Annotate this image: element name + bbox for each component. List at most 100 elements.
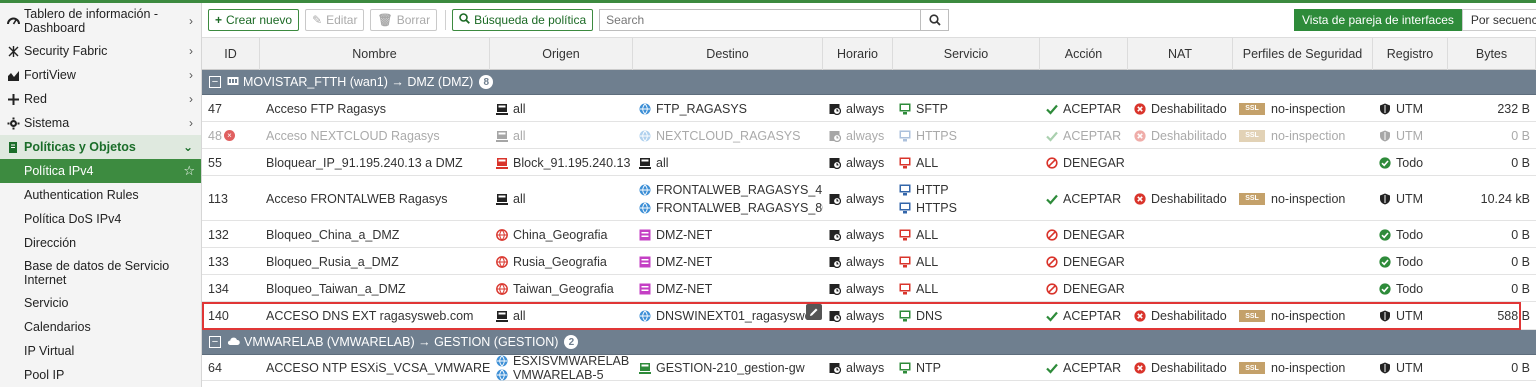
sidebar-subitem-servicio[interactable]: Servicio [0,291,201,315]
sidebar-item-pol-ticas-y-objetos[interactable]: Políticas y Objetos ⌄ [0,135,201,159]
schedule-cell[interactable]: always [823,176,893,221]
destination-cell[interactable]: all [633,149,823,176]
service-cell[interactable]: NTP [893,355,1040,381]
destination-cell[interactable]: DMZ-NET [633,275,823,302]
source-cell[interactable]: all [490,302,633,330]
table-row[interactable]: 64 ACCESO NTP ESXiS_VCSA_VMWARE... ESXISVM… [202,355,1536,381]
source-cell[interactable]: China_Geografia [490,221,633,248]
destination-cell[interactable]: FRONTALWEB_RAGASYS_4... FRONTALWEB_RAGASY… [633,176,823,221]
policy-name-cell[interactable]: Bloqueo_Rusia_a_DMZ [260,248,490,275]
source-cell[interactable]: ESXISVMWARELAB VMWARELAB-5 [490,355,633,381]
source-cell[interactable]: Block_91.195.240.13 [490,149,633,176]
destination-cell[interactable]: FTP_RAGASYS [633,95,823,122]
create-new-button[interactable]: + Crear nuevo [208,8,300,31]
schedule-cell[interactable]: always [823,149,893,176]
column-header[interactable]: Origen [490,38,633,70]
table-row[interactable]: 113 Acceso FRONTALWEB Ragasys all FRONTALWE… [202,176,1536,221]
sidebar-subitem-calendarios[interactable]: Calendarios [0,315,201,339]
policy-name-cell[interactable]: Acceso NEXTCLOUD Ragasys [260,122,490,149]
schedule-cell[interactable]: always [823,302,893,330]
column-header[interactable]: NAT [1128,38,1233,70]
policy-name-cell[interactable]: Acceso FTP Ragasys [260,95,490,122]
sidebar-subitem-pool-ip[interactable]: Pool IP [0,363,201,387]
policy-name-cell[interactable]: Acceso FRONTALWEB Ragasys [260,176,490,221]
edit-button[interactable]: ✎ Editar [305,8,365,31]
security-profile-cell[interactable]: SSL no-inspection [1233,355,1373,381]
star-icon[interactable]: ☆ [183,164,195,178]
column-header[interactable]: Horario [823,38,893,70]
destination-cell[interactable]: NEXTCLOUD_RAGASYS [633,122,823,149]
source-cell[interactable]: Rusia_Geografia [490,248,633,275]
column-header[interactable]: Nombre [260,38,490,70]
service-cell[interactable]: ALL [893,221,1040,248]
service-cell[interactable]: HTTP HTTPS [893,176,1040,221]
sequence-view-button[interactable]: Por secuencia [1461,9,1536,31]
sidebar-item-sistema[interactable]: Sistema › [0,111,201,135]
collapse-icon[interactable]: − [209,76,221,88]
sidebar-subitem-direcci-n[interactable]: Dirección [0,231,201,255]
table-row[interactable]: 134 Bloqueo_Taiwan_a_DMZ Taiwan_Geografia D… [202,275,1536,302]
column-header[interactable]: Destino [633,38,823,70]
column-header[interactable]: Bytes [1448,38,1536,70]
column-header[interactable]: Servicio [893,38,1040,70]
search-input[interactable] [599,8,922,31]
service-cell[interactable]: ALL [893,149,1040,176]
sidebar-subitem-authentication-rules[interactable]: Authentication Rules [0,183,201,207]
policy-group-header[interactable]: − VMWARELAB (VMWARELAB) → GESTION (GESTIO… [202,330,1536,355]
table-row[interactable]: 55 Bloquear_IP_91.195.240.13 a DMZ Block_9… [202,149,1536,176]
column-header[interactable]: Registro [1373,38,1448,70]
collapse-icon[interactable]: − [209,336,221,348]
table-row[interactable]: 47 Acceso FTP Ragasys all FTP_RAGASYS always… [202,95,1536,122]
destination-cell[interactable]: GESTION-210_gestion-gw [633,355,823,381]
sidebar-subitem-ip-virtual[interactable]: IP Virtual [0,339,201,363]
sidebar-item-red[interactable]: Red › [0,87,201,111]
policy-name-cell[interactable]: Bloqueo_Taiwan_a_DMZ [260,275,490,302]
schedule-cell[interactable]: always [823,355,893,381]
policy-search-button[interactable]: Búsqueda de política [452,8,594,31]
column-header[interactable]: Perfiles de Seguridad [1233,38,1373,70]
security-profile-cell[interactable] [1233,248,1373,275]
schedule-cell[interactable]: always [823,122,893,149]
source-cell[interactable]: all [490,95,633,122]
source-cell[interactable]: Taiwan_Geografia [490,275,633,302]
service-cell[interactable]: SFTP [893,95,1040,122]
security-profile-cell[interactable]: SSL no-inspection [1233,122,1373,149]
column-header[interactable]: Acción [1040,38,1128,70]
delete-button[interactable]: 🗑 Borrar [370,8,438,31]
security-profile-cell[interactable]: SSL no-inspection [1233,302,1373,330]
policy-group-header[interactable]: − MOVISTAR_FTTH (wan1) → DMZ (DMZ) 8 [202,70,1536,95]
table-row[interactable]: 132 Bloqueo_China_a_DMZ China_Geografia DMZ… [202,221,1536,248]
service-cell[interactable]: ALL [893,275,1040,302]
security-profile-cell[interactable]: SSL no-inspection [1233,176,1373,221]
sidebar-item-security-fabric[interactable]: Security Fabric › [0,39,201,63]
column-header[interactable]: ID [202,38,260,70]
sidebar-item-fortiview[interactable]: FortiView › [0,63,201,87]
policy-name-cell[interactable]: Bloqueo_China_a_DMZ [260,221,490,248]
service-cell[interactable]: DNS [893,302,1040,330]
sidebar-subitem-base-de-datos-de-servicio-internet[interactable]: Base de datos de Servicio Internet [0,255,201,291]
security-profile-cell[interactable] [1233,275,1373,302]
source-cell[interactable]: all [490,176,633,221]
security-profile-cell[interactable] [1233,149,1373,176]
sidebar-item-tablero-de-informaci-n-dashboard[interactable]: Tablero de información - Dashboard › [0,3,201,39]
table-row[interactable]: 133 Bloqueo_Rusia_a_DMZ Rusia_Geografia DMZ… [202,248,1536,275]
search-submit-button[interactable] [921,8,950,31]
service-cell[interactable]: HTTPS [893,122,1040,149]
sidebar-subitem-pol-tica-dos-ipv4[interactable]: Política DoS IPv4 [0,207,201,231]
schedule-cell[interactable]: always [823,248,893,275]
security-profile-cell[interactable]: SSL no-inspection [1233,95,1373,122]
schedule-cell[interactable]: always [823,95,893,122]
policy-name-cell[interactable]: ACCESO NTP ESXiS_VCSA_VMWARE... [260,355,490,381]
destination-cell[interactable]: DNSWINEXT01_ragasysweb [633,302,823,330]
inline-edit-pencil-icon[interactable] [806,304,822,320]
source-cell[interactable]: all [490,122,633,149]
service-cell[interactable]: ALL [893,248,1040,275]
destination-cell[interactable]: DMZ-NET [633,221,823,248]
sidebar-subitem-pol-tica-ipv4[interactable]: Política IPv4 ☆ [0,159,201,183]
schedule-cell[interactable]: always [823,275,893,302]
security-profile-cell[interactable] [1233,221,1373,248]
interface-pair-view-button[interactable]: Vista de pareja de interfaces [1294,9,1462,31]
schedule-cell[interactable]: always [823,221,893,248]
policy-name-cell[interactable]: ACCESO DNS EXT ragasysweb.com [260,302,490,330]
table-row[interactable]: 48 × Acceso NEXTCLOUD Ragasys all NEXTCLOUD_… [202,122,1536,149]
